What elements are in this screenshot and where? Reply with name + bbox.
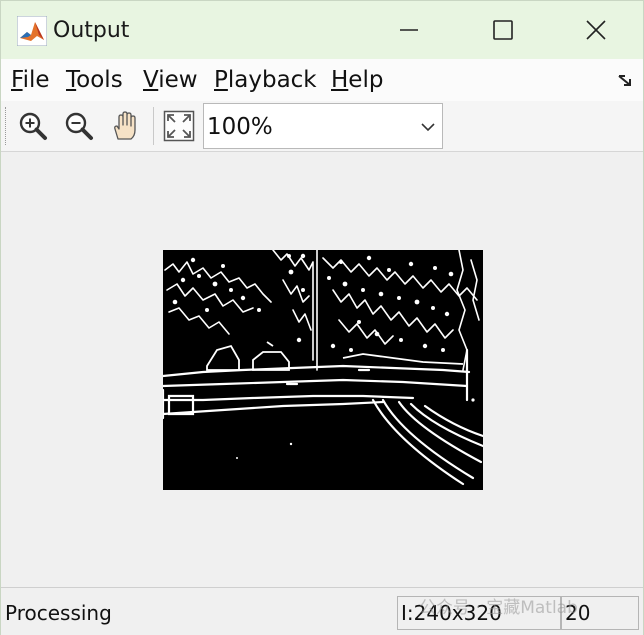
- zoom-in-icon: [19, 112, 47, 140]
- menu-file-label: ile: [22, 67, 50, 93]
- zoom-in-button[interactable]: [15, 107, 51, 145]
- menu-playback-label: layback: [227, 67, 317, 93]
- fit-to-window-button[interactable]: [161, 107, 197, 145]
- menu-bar: File Tools View Playback Help: [1, 59, 643, 102]
- pan-button[interactable]: [107, 107, 143, 145]
- close-icon: [586, 20, 606, 40]
- menu-view-mnemonic: V: [143, 67, 159, 93]
- maximize-icon: [493, 20, 513, 40]
- title-bar[interactable]: Output: [1, 1, 643, 59]
- pan-hand-icon: [114, 111, 136, 140]
- menu-tools[interactable]: Tools: [66, 65, 123, 95]
- zoom-out-icon: [65, 112, 93, 140]
- menu-help[interactable]: Help: [331, 65, 383, 95]
- menu-playback[interactable]: Playback: [214, 65, 317, 95]
- video-viewport[interactable]: [1, 152, 643, 586]
- watermark-text: 公众号 · 宝藏Matlab: [419, 598, 578, 618]
- fit-to-window-icon: [163, 110, 195, 142]
- menu-tools-label: ools: [76, 67, 123, 93]
- minimize-button[interactable]: [386, 5, 432, 55]
- chevron-down-icon: [421, 123, 435, 132]
- window-title: Output: [53, 18, 130, 43]
- menu-tools-mnemonic: T: [66, 67, 77, 93]
- status-message: Processing: [5, 601, 112, 625]
- output-window: Output File Tools View Playback Help 100…: [0, 0, 644, 635]
- video-frame: [163, 250, 483, 490]
- dock-arrow-icon[interactable]: [617, 71, 635, 89]
- menu-help-mnemonic: H: [331, 67, 349, 93]
- toolbar-grip[interactable]: [5, 107, 8, 145]
- zoom-out-button[interactable]: [61, 107, 97, 145]
- menu-help-label: elp: [348, 67, 384, 93]
- close-button[interactable]: [573, 5, 619, 55]
- toolbar-separator: [153, 107, 154, 145]
- matlab-logo-icon: [17, 16, 47, 46]
- menu-file[interactable]: File: [11, 65, 50, 95]
- zoom-level-select[interactable]: 100%: [203, 103, 443, 149]
- menu-file-mnemonic: F: [11, 67, 23, 93]
- maximize-button[interactable]: [480, 5, 526, 55]
- menu-view-label: iew: [158, 67, 198, 93]
- menu-view[interactable]: View: [143, 65, 198, 95]
- menu-playback-mnemonic: P: [214, 67, 228, 93]
- minimize-icon: [400, 29, 418, 31]
- zoom-level-value: 100%: [207, 114, 273, 140]
